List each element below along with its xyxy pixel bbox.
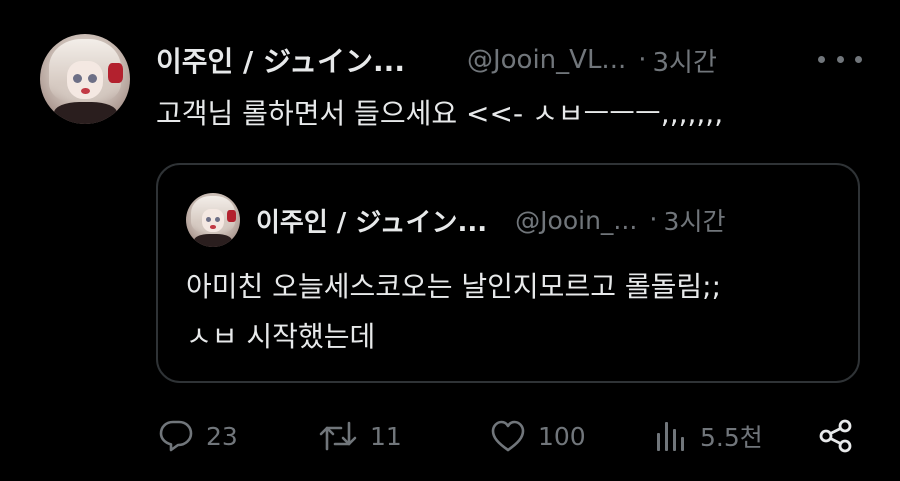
tweet-header: 이주인 / ジュイン... @Jooin_VL... · 3시간 — [156, 38, 717, 82]
share-button[interactable] — [818, 414, 854, 458]
quoted-tweet-text: 아미친 오늘세스코오는 날인지모르고 롤돌림;; ㅅㅂ 시작했는데 — [186, 262, 836, 362]
author-handle[interactable]: @Jooin_VL... — [467, 45, 626, 75]
quoted-tweet-header: 이주인 / ジュイン... @Jooin_... · 3시간 — [256, 198, 725, 242]
reply-count: 23 — [206, 421, 238, 451]
quoted-author-avatar[interactable] — [186, 193, 240, 247]
separator-dot: · — [638, 45, 647, 75]
tweet-timestamp[interactable]: 3시간 — [652, 42, 716, 79]
quoted-author-handle: @Jooin_... — [515, 205, 638, 235]
retweet-button[interactable]: 11 — [318, 414, 402, 458]
author-display-name[interactable]: 이주인 / ジュイン... — [156, 40, 405, 80]
share-icon — [818, 418, 854, 454]
reply-icon — [158, 419, 194, 453]
quoted-author-display-name: 이주인 / ジュイン... — [256, 207, 488, 238]
author-avatar[interactable] — [40, 34, 130, 124]
retweet-icon — [318, 419, 358, 453]
retweet-count: 11 — [370, 421, 402, 451]
tweet-text: 고객님 롤하면서 들으세요 <<- ㅅㅂㅡㅡㅡ,,,,,,, — [156, 97, 724, 130]
views-count: 5.5천 — [700, 423, 763, 452]
quoted-tweet-text-line: ㅅㅂ 시작했는데 — [186, 320, 376, 353]
reply-button[interactable]: 23 — [158, 414, 238, 458]
views-button[interactable]: 5.5천 — [654, 414, 763, 458]
separator-dot: · — [649, 205, 658, 235]
quoted-tweet-text-line: 아미친 오늘세스코오는 날인지모르고 롤돌림;; — [186, 270, 722, 303]
like-button[interactable]: 100 — [490, 414, 586, 458]
quoted-tweet-timestamp: 3시간 — [663, 207, 726, 236]
more-dots-icon[interactable] — [818, 46, 862, 72]
bar-chart-icon — [654, 419, 688, 453]
heart-icon — [490, 419, 526, 453]
like-count: 100 — [538, 421, 586, 451]
